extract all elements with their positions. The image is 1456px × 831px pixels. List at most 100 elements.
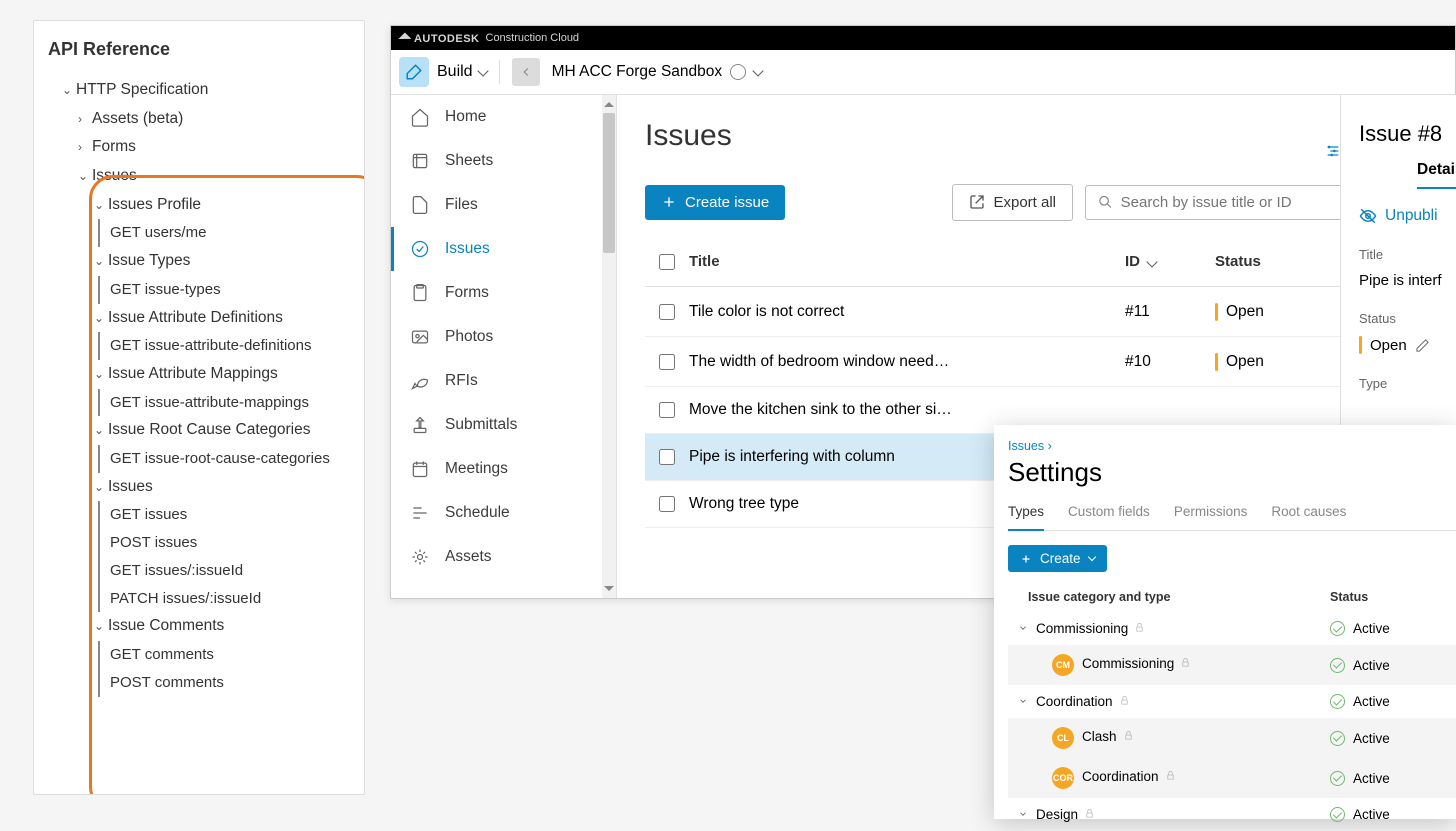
api-reference-panel: API Reference ⌄HTTP Specification ›Asset… — [33, 20, 365, 795]
sidebar-item-home[interactable]: Home — [391, 95, 616, 139]
search-input[interactable] — [1121, 194, 1364, 211]
type-label: Coordination — [1082, 769, 1159, 784]
sidebar-item-forms[interactable]: Forms — [391, 271, 616, 315]
type-table-header: Issue category and type Status — [1008, 590, 1456, 612]
sidebar-item-files[interactable]: Files — [391, 183, 616, 227]
overlay-title: Settings — [1008, 457, 1456, 488]
tree-http-spec[interactable]: ⌄HTTP Specification — [48, 76, 350, 105]
sidebar-item-issues[interactable]: Issues — [391, 227, 616, 271]
col-status[interactable]: Status — [1215, 253, 1355, 270]
row-title: The width of bedroom window need… — [689, 353, 1125, 371]
tree-get-attr-defs[interactable]: GET issue-attribute-definitions — [98, 332, 350, 360]
col-title[interactable]: Title — [689, 253, 1125, 270]
tree-issues[interactable]: ⌄Issues — [48, 162, 350, 191]
tab-permissions[interactable]: Permissions — [1174, 504, 1248, 530]
type-status: Active — [1330, 694, 1450, 709]
field-title-value: Pipe is interf — [1359, 272, 1456, 289]
export-all-button[interactable]: Export all — [952, 184, 1073, 221]
field-status-value: Open — [1359, 336, 1456, 354]
back-button[interactable] — [512, 58, 540, 86]
type-badge: CL — [1052, 727, 1074, 749]
edit-icon[interactable] — [1415, 338, 1430, 353]
chevron-down-icon[interactable] — [752, 65, 763, 76]
tree-post-issues[interactable]: POST issues — [98, 529, 350, 557]
tree-post-comments[interactable]: POST comments — [98, 669, 350, 697]
row-status: Open — [1215, 353, 1355, 371]
tree-assets[interactable]: ›Assets (beta) — [48, 105, 350, 134]
type-label: Coordination — [1036, 694, 1113, 709]
table-row[interactable]: Tile color is not correct #11 Open ⋮ — [645, 287, 1427, 337]
tab-types[interactable]: Types — [1008, 504, 1044, 531]
tree-comments[interactable]: ⌄Issue Comments — [48, 612, 350, 641]
tree-users-me[interactable]: GET users/me — [98, 219, 350, 247]
row-id: #10 — [1125, 353, 1215, 371]
tree-issues2[interactable]: ⌄Issues — [48, 473, 350, 502]
type-label: Commissioning — [1082, 656, 1174, 671]
tree-get-issues[interactable]: GET issues — [98, 501, 350, 529]
acc-topbar: Build MH ACC Forge Sandbox — [391, 50, 1455, 95]
check-icon — [1330, 771, 1345, 786]
tree-forms[interactable]: ›Forms — [48, 133, 350, 162]
tree-issues-profile[interactable]: ⌄Issues Profile — [48, 191, 350, 220]
table-row[interactable]: The width of bedroom window need… #10 Op… — [645, 337, 1427, 387]
type-status: Active — [1330, 731, 1450, 746]
search-input-wrap — [1085, 185, 1377, 220]
type-row[interactable]: CMCommissioning Active — [1008, 645, 1456, 685]
sidebar-item-photos[interactable]: Photos — [391, 315, 616, 359]
lock-icon — [1119, 695, 1130, 706]
row-checkbox[interactable] — [659, 402, 675, 418]
type-row[interactable]: CORCoordination Active — [1008, 758, 1456, 798]
build-label[interactable]: Build — [437, 63, 473, 81]
sidebar-item-schedule[interactable]: Schedule — [391, 491, 616, 535]
table-header: Title ID Status Ty — [645, 237, 1427, 287]
row-title: Move the kitchen sink to the other si… — [689, 401, 1125, 419]
tree-get-root-cause[interactable]: GET issue-root-cause-categories — [98, 445, 350, 473]
check-icon — [1330, 807, 1345, 822]
row-id: #11 — [1125, 303, 1215, 321]
sidebar-item-rfis[interactable]: RFIs — [391, 359, 616, 403]
acc-header: AUTODESK Construction Cloud — [391, 26, 1455, 50]
sidebar-item-meetings[interactable]: Meetings — [391, 447, 616, 491]
tree-get-issue-types[interactable]: GET issue-types — [98, 276, 350, 304]
tab-root-causes[interactable]: Root causes — [1271, 504, 1346, 530]
tree-issue-types[interactable]: ⌄Issue Types — [48, 247, 350, 276]
build-icon — [399, 57, 429, 87]
chevron-down-icon[interactable] — [477, 65, 488, 76]
tree-patch-issue-id[interactable]: PATCH issues/:issueId — [98, 585, 350, 613]
tree-get-comments[interactable]: GET comments — [98, 641, 350, 669]
tree-get-attr-maps[interactable]: GET issue-attribute-mappings — [98, 389, 350, 417]
create-type-button[interactable]: Create — [1008, 545, 1107, 572]
toolbar: Create issue Export all — [645, 183, 1427, 221]
sidebar-item-assets[interactable]: Assets — [391, 535, 616, 579]
tree-get-issue-id[interactable]: GET issues/:issueId — [98, 557, 350, 585]
type-row[interactable]: Design Active — [1008, 798, 1456, 831]
acc-brand-sub: Construction Cloud — [486, 32, 580, 44]
row-checkbox[interactable] — [659, 496, 675, 512]
row-checkbox[interactable] — [659, 449, 675, 465]
sidebar-item-sheets[interactable]: Sheets — [391, 139, 616, 183]
select-all-checkbox[interactable] — [659, 254, 675, 270]
row-checkbox[interactable] — [659, 304, 675, 320]
type-status: Active — [1330, 771, 1450, 786]
col-id[interactable]: ID — [1125, 253, 1215, 270]
sidebar-item-submittals[interactable]: Submittals — [391, 403, 616, 447]
type-row[interactable]: Commissioning Active — [1008, 612, 1456, 645]
sidebar-scrollbar[interactable] — [602, 95, 616, 598]
type-row[interactable]: CLClash Active — [1008, 718, 1456, 758]
create-issue-button[interactable]: Create issue — [645, 185, 785, 220]
type-row[interactable]: Coordination Active — [1008, 685, 1456, 718]
type-label: Design — [1036, 807, 1078, 822]
tab-custom-fields[interactable]: Custom fields — [1068, 504, 1150, 530]
project-name[interactable]: MH ACC Forge Sandbox — [552, 63, 723, 81]
settings-overlay: Issues › Settings Types Custom fields Pe… — [994, 425, 1456, 819]
unpublish-action[interactable]: Unpubli — [1359, 207, 1456, 225]
tree-attr-defs[interactable]: ⌄Issue Attribute Definitions — [48, 304, 350, 333]
tree-attr-maps[interactable]: ⌄Issue Attribute Mappings — [48, 360, 350, 389]
detail-tab-details[interactable]: Details — [1417, 161, 1456, 189]
chevron-down-icon — [1018, 623, 1028, 633]
row-checkbox[interactable] — [659, 354, 675, 370]
chevron-down-icon — [1018, 809, 1028, 819]
tree-root-cause[interactable]: ⌄Issue Root Cause Categories — [48, 416, 350, 445]
autodesk-logo: AUTODESK — [401, 32, 480, 45]
breadcrumb[interactable]: Issues › — [1008, 439, 1456, 453]
